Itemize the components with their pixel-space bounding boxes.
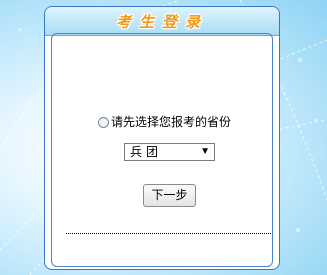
radio-label: 请先选择您报考的省份 xyxy=(111,115,232,129)
dropdown-arrow-icon: ▼ xyxy=(200,146,210,157)
login-panel: 考生登录 请先选择您报考的省份 兵团 ▼ 下一步 xyxy=(44,6,280,270)
panel-title: 考生登录 xyxy=(115,13,208,31)
province-select-value: 兵团 xyxy=(130,145,163,159)
province-select[interactable]: 兵团 ▼ xyxy=(124,143,215,161)
province-radio-option[interactable]: 请先选择您报考的省份 xyxy=(98,114,231,130)
dotted-divider xyxy=(66,233,271,234)
login-form-frame: 请先选择您报考的省份 兵团 ▼ 下一步 xyxy=(51,33,273,267)
radio-button[interactable] xyxy=(98,116,109,128)
next-step-button[interactable]: 下一步 xyxy=(143,184,196,207)
panel-header: 考生登录 xyxy=(45,7,279,36)
